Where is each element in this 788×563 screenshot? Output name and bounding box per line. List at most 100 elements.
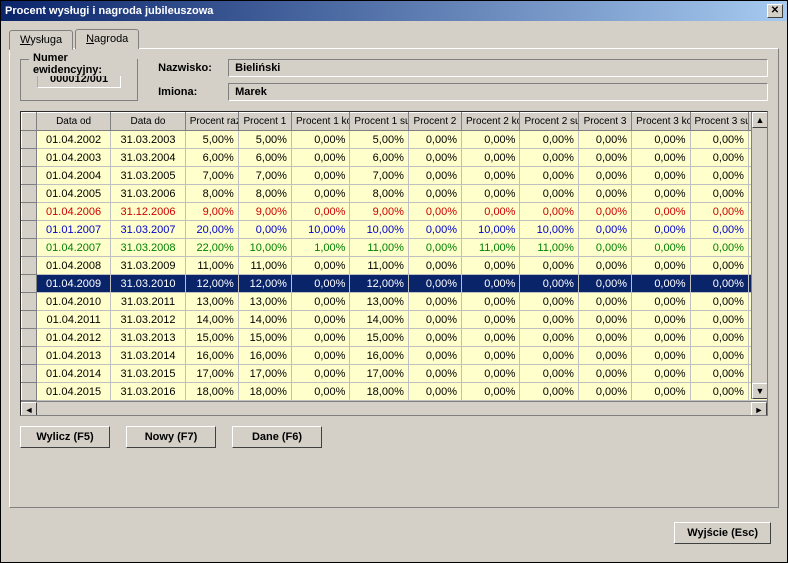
cell[interactable]: 0,00% xyxy=(690,239,748,257)
cell[interactable]: 01.04.2014 xyxy=(36,365,110,383)
table-row[interactable]: 01.04.201231.03.201315,00%15,00%0,00%15,… xyxy=(22,329,769,347)
row-header[interactable] xyxy=(22,383,37,401)
column-header[interactable]: Data do xyxy=(111,113,185,131)
cell[interactable]: 18,00% xyxy=(238,383,291,401)
cell[interactable]: 01.04.2002 xyxy=(36,131,110,149)
cell[interactable]: 0,00% xyxy=(690,383,748,401)
cell[interactable]: 0,00% xyxy=(520,347,578,365)
cell[interactable]: 17,00% xyxy=(185,365,238,383)
cell[interactable]: 31.03.2004 xyxy=(111,149,185,167)
vertical-scrollbar[interactable]: ▲ ▼ xyxy=(751,112,767,399)
cell[interactable]: 10,00% xyxy=(238,239,291,257)
cell[interactable]: 0,00% xyxy=(291,257,349,275)
cell[interactable]: 0,00% xyxy=(632,365,690,383)
table-row[interactable]: 01.04.200531.03.20068,00%8,00%0,00%8,00%… xyxy=(22,185,769,203)
cell[interactable]: 01.04.2005 xyxy=(36,185,110,203)
cell[interactable]: 0,00% xyxy=(408,131,461,149)
cell[interactable]: 0,00% xyxy=(462,311,520,329)
cell[interactable]: 17,00% xyxy=(350,365,408,383)
cell[interactable]: 01.04.2003 xyxy=(36,149,110,167)
cell[interactable]: 0,00% xyxy=(632,257,690,275)
row-header[interactable] xyxy=(22,131,37,149)
cell[interactable]: 8,00% xyxy=(185,185,238,203)
cell[interactable]: 01.04.2008 xyxy=(36,257,110,275)
scroll-right-icon[interactable]: ► xyxy=(751,402,767,416)
cell[interactable]: 0,00% xyxy=(520,257,578,275)
cell[interactable]: 0,00% xyxy=(578,257,631,275)
cell[interactable]: 0,00% xyxy=(690,131,748,149)
cell[interactable]: 5,00% xyxy=(185,131,238,149)
cell[interactable]: 0,00% xyxy=(408,311,461,329)
cell[interactable]: 16,00% xyxy=(238,347,291,365)
table-row[interactable]: 01.04.201031.03.201113,00%13,00%0,00%13,… xyxy=(22,293,769,311)
table-row[interactable]: 01.04.200331.03.20046,00%6,00%0,00%6,00%… xyxy=(22,149,769,167)
cell[interactable]: 01.04.2006 xyxy=(36,203,110,221)
cell[interactable]: 16,00% xyxy=(185,347,238,365)
cell[interactable]: 0,00% xyxy=(408,167,461,185)
tab-wysluga[interactable]: Wysługa xyxy=(9,30,73,50)
cell[interactable]: 0,00% xyxy=(520,311,578,329)
cell[interactable]: 10,00% xyxy=(462,221,520,239)
cell[interactable]: 0,00% xyxy=(690,257,748,275)
cell[interactable]: 0,00% xyxy=(690,365,748,383)
column-header[interactable]: Procent 1 korekta xyxy=(291,113,349,131)
cell[interactable]: 0,00% xyxy=(462,329,520,347)
cell[interactable]: 31.03.2007 xyxy=(111,221,185,239)
column-header[interactable]: Procent 3 suma xyxy=(690,113,748,131)
cell[interactable]: 01.04.2007 xyxy=(36,239,110,257)
cell[interactable]: 0,00% xyxy=(408,383,461,401)
cell[interactable]: 0,00% xyxy=(408,275,461,293)
cell[interactable]: 0,00% xyxy=(462,257,520,275)
column-header[interactable]: Procent 3 korekta xyxy=(632,113,690,131)
cell[interactable]: 11,00% xyxy=(185,257,238,275)
row-header[interactable] xyxy=(22,239,37,257)
cell[interactable]: 6,00% xyxy=(185,149,238,167)
close-icon[interactable]: ✕ xyxy=(767,4,783,18)
table-row[interactable]: 01.04.200831.03.200911,00%11,00%0,00%11,… xyxy=(22,257,769,275)
cell[interactable]: 0,00% xyxy=(291,347,349,365)
cell[interactable]: 9,00% xyxy=(350,203,408,221)
table-row[interactable]: 01.01.200731.03.200720,00%0,00%10,00%10,… xyxy=(22,221,769,239)
cell[interactable]: 0,00% xyxy=(291,185,349,203)
cell[interactable]: 31.03.2006 xyxy=(111,185,185,203)
cell[interactable]: 0,00% xyxy=(408,365,461,383)
cell[interactable]: 12,00% xyxy=(350,275,408,293)
cell[interactable]: 0,00% xyxy=(408,239,461,257)
cell[interactable]: 0,00% xyxy=(578,293,631,311)
cell[interactable]: 8,00% xyxy=(350,185,408,203)
cell[interactable]: 0,00% xyxy=(690,185,748,203)
cell[interactable]: 11,00% xyxy=(350,239,408,257)
cell[interactable]: 0,00% xyxy=(632,131,690,149)
cell[interactable]: 0,00% xyxy=(578,203,631,221)
row-header[interactable] xyxy=(22,329,37,347)
cell[interactable]: 31.03.2010 xyxy=(111,275,185,293)
cell[interactable]: 14,00% xyxy=(350,311,408,329)
cell[interactable]: 0,00% xyxy=(578,185,631,203)
column-header[interactable]: Procent 1 suma xyxy=(350,113,408,131)
cell[interactable]: 0,00% xyxy=(462,149,520,167)
cell[interactable]: 31.12.2006 xyxy=(111,203,185,221)
cell[interactable]: 5,00% xyxy=(350,131,408,149)
cell[interactable]: 0,00% xyxy=(690,347,748,365)
cell[interactable]: 0,00% xyxy=(520,293,578,311)
cell[interactable]: 0,00% xyxy=(462,383,520,401)
cell[interactable]: 01.04.2011 xyxy=(36,311,110,329)
cell[interactable]: 0,00% xyxy=(408,347,461,365)
cell[interactable]: 14,00% xyxy=(238,311,291,329)
wylicz-button[interactable]: Wylicz (F5) xyxy=(20,426,110,448)
column-header[interactable]: Procent 2 korekta xyxy=(462,113,520,131)
cell[interactable]: 11,00% xyxy=(350,257,408,275)
cell[interactable]: 0,00% xyxy=(578,383,631,401)
cell[interactable]: 8,00% xyxy=(238,185,291,203)
cell[interactable]: 0,00% xyxy=(690,203,748,221)
cell[interactable]: 0,00% xyxy=(462,347,520,365)
row-header[interactable] xyxy=(22,347,37,365)
cell[interactable]: 0,00% xyxy=(690,293,748,311)
cell[interactable]: 0,00% xyxy=(632,203,690,221)
cell[interactable]: 0,00% xyxy=(632,221,690,239)
row-header[interactable] xyxy=(22,275,37,293)
cell[interactable]: 0,00% xyxy=(632,185,690,203)
cell[interactable]: 0,00% xyxy=(578,131,631,149)
cell[interactable]: 01.04.2012 xyxy=(36,329,110,347)
cell[interactable]: 01.04.2004 xyxy=(36,167,110,185)
